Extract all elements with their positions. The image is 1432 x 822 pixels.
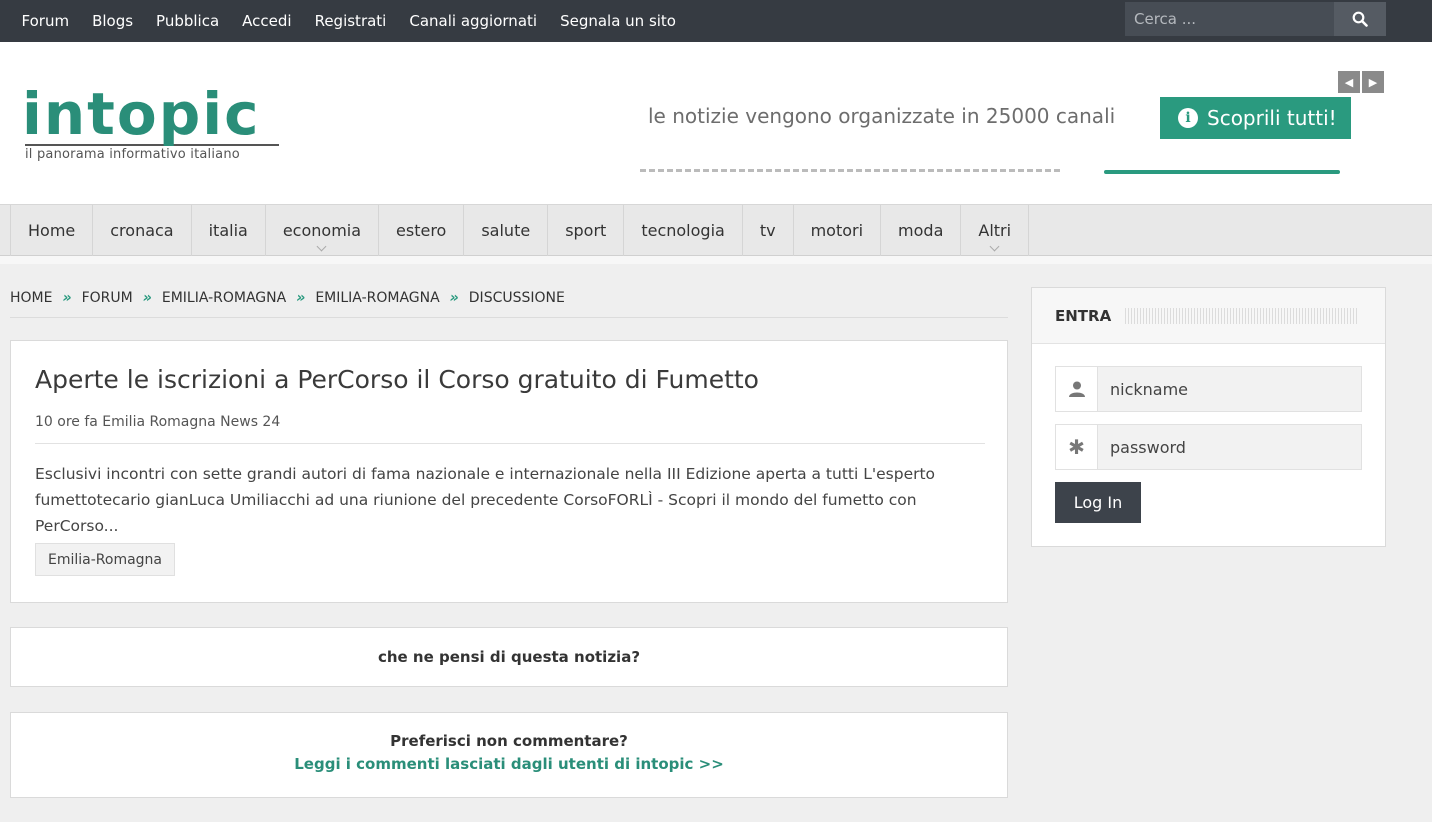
header-pattern [1125,307,1360,324]
search-box [1125,2,1386,36]
search-icon [1352,11,1368,27]
nav-label: motori [810,221,864,240]
nav-item-tecnologia[interactable]: tecnologia [624,205,743,256]
info-icon: i [1178,108,1198,128]
nav-item-home[interactable]: Home [11,205,94,256]
logo-tagline: il panorama informativo italiano [25,147,240,162]
breadcrumb-current: DISCUSSIONE [468,289,565,306]
topnav-accedi[interactable]: Accedi [231,12,303,30]
article-title: Aperte le iscrizioni a PerCorso il Corso… [35,365,759,394]
nav-item-salute[interactable]: salute [464,205,549,256]
nav-item-moda[interactable]: moda [881,205,962,256]
chevron-right-icon: » [142,289,152,306]
main-nav: Home cronaca italia economia estero salu… [0,204,1432,256]
nav-item-motori[interactable]: motori [794,205,882,256]
article-body: Esclusivi incontri con sette grandi auto… [35,465,936,535]
promo-ticker-ghost-button [1104,170,1340,174]
password-input[interactable] [1098,425,1361,469]
topnav-pubblica[interactable]: Pubblica [145,12,231,30]
chevron-right-icon: » [62,289,72,306]
nav-label: tecnologia [641,221,725,240]
article-divider [35,443,985,444]
nav-item-economia[interactable]: economia [266,205,380,256]
nav-item-estero[interactable]: estero [379,205,465,256]
search-input[interactable] [1125,2,1334,36]
nav-label: moda [898,221,944,240]
chevron-down-icon [989,241,1000,252]
nav-label: Home [28,221,76,240]
read-comments-link[interactable]: Leggi i commenti lasciati dagli utenti d… [11,755,1007,773]
site-header: intopic il panorama informativo italiano… [0,42,1432,204]
promo-ticker-ghost [640,164,1060,174]
user-icon [1056,367,1098,411]
login-button[interactable]: Log In [1055,482,1141,523]
no-comment-question: Preferisci non commentare? [390,732,628,750]
topnav-forum[interactable]: Forum [10,12,81,30]
chevron-right-icon: » [449,289,459,306]
breadcrumb-forum[interactable]: FORUM [82,290,133,306]
login-widget-title: ENTRA [1055,306,1112,325]
no-comment-box: Preferisci non commentare? Leggi i comme… [10,712,1008,798]
breadcrumb-subregion[interactable]: EMILIA-ROMAGNA [315,290,439,306]
nav-item-cronaca[interactable]: cronaca [93,205,192,256]
nav-item-altri[interactable]: Altri [961,205,1030,256]
opinion-prompt: che ne pensi di questa notizia? [377,648,641,666]
chevron-right-icon: » [296,289,306,306]
prev-arrow-icon[interactable]: ◀ [1338,71,1360,93]
top-nav: Forum Blogs Pubblica Accedi Registrati C… [10,0,687,42]
login-widget-header: ENTRA [1032,288,1385,344]
nav-label: cronaca [110,221,174,240]
topnav-segnala-un-sito[interactable]: Segnala un sito [549,12,688,30]
chevron-down-icon [316,241,327,252]
search-button[interactable] [1334,2,1386,36]
nav-label: economia [282,221,362,240]
nav-label: italia [208,221,248,240]
article-meta: 10 ore fa Emilia Romagna News 24 [35,414,281,430]
topnav-canali-aggiornati[interactable]: Canali aggiornati [398,12,549,30]
nav-label: Altri [978,221,1012,240]
top-bar: Forum Blogs Pubblica Accedi Registrati C… [0,0,1432,42]
nav-label: estero [396,221,447,240]
promo-arrows: ◀ ▶ [1338,71,1384,93]
topnav-registrati[interactable]: Registrati [303,12,398,30]
asterisk-icon: ✱ [1056,425,1098,469]
topnav-blogs[interactable]: Blogs [81,12,145,30]
nickname-input[interactable] [1098,367,1361,411]
logo-wordmark: intopic [22,80,261,148]
password-field-group: ✱ [1055,424,1362,470]
nav-item-sport[interactable]: sport [548,205,625,256]
article-card: Aperte le iscrizioni a PerCorso il Corso… [10,340,1008,603]
opinion-box[interactable]: che ne pensi di questa notizia? [10,627,1008,687]
promo-button-label: Scoprili tutti! [1207,106,1337,130]
nickname-field-group [1055,366,1362,412]
article-tag[interactable]: Emilia-Romagna [35,543,176,576]
nav-label: tv [759,221,776,240]
site-logo[interactable]: intopic il panorama informativo italiano [22,80,279,162]
login-widget: ENTRA ✱ Log In [1031,287,1386,547]
nav-item-tv[interactable]: tv [743,205,794,256]
nav-shadow-strip [0,256,1432,264]
promo-button[interactable]: i Scoprili tutti! [1160,97,1351,139]
nav-label: salute [481,221,531,240]
nav-label: sport [565,221,607,240]
breadcrumb-home[interactable]: HOME [10,290,52,306]
breadcrumb: HOME » FORUM » EMILIA-ROMAGNA » EMILIA-R… [10,288,1008,318]
next-arrow-icon[interactable]: ▶ [1362,71,1384,93]
breadcrumb-region[interactable]: EMILIA-ROMAGNA [162,290,286,306]
promo-text: le notizie vengono organizzate in 25000 … [648,104,1116,128]
nav-item-italia[interactable]: italia [192,205,266,256]
